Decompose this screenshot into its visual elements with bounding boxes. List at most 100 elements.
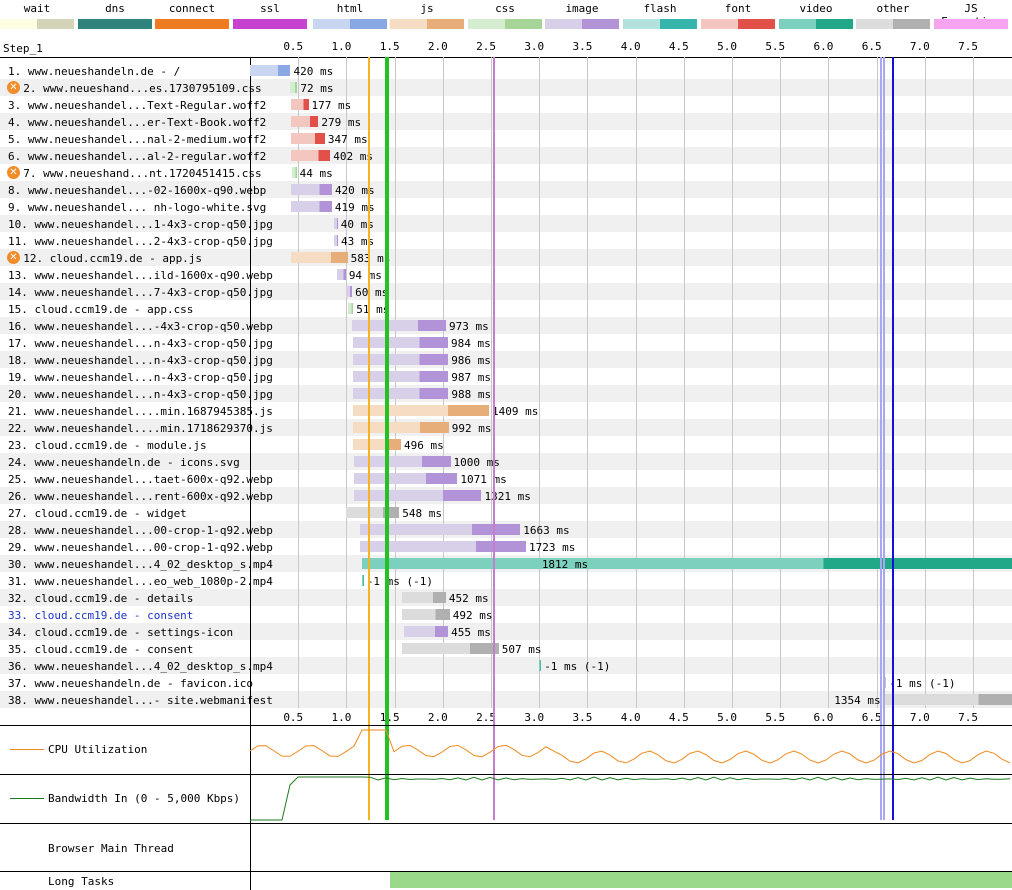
- legend-item-connect: connect: [155, 0, 229, 32]
- request-label[interactable]: 32. cloud.ccm19.de - details: [8, 592, 193, 605]
- request-label[interactable]: 10. www.neueshandel...1-4x3-crop-q50.jpg: [8, 218, 273, 231]
- legend-label: wait: [23, 2, 51, 15]
- request-label[interactable]: 5. www.neueshandel...nal-2-medium.woff2: [8, 133, 266, 146]
- request-label[interactable]: 11. www.neueshandel...2-4x3-crop-q50.jpg: [8, 235, 273, 248]
- request-bar: [539, 660, 542, 671]
- request-duration: 1321 ms: [484, 490, 531, 503]
- request-label[interactable]: 33. cloud.ccm19.de - consent: [8, 609, 193, 622]
- request-label[interactable]: 30. www.neueshandel...4_02_desktop_s.mp4: [8, 558, 273, 571]
- request-label[interactable]: 1. www.neueshandeln.de - /: [8, 65, 180, 78]
- grid-line: [973, 57, 974, 708]
- request-label[interactable]: 3. www.neueshandel...Text-Regular.woff2: [8, 99, 266, 112]
- timing-marker-line: [880, 57, 883, 820]
- tick-label-bottom: 7.0: [909, 711, 930, 724]
- request-bar: [402, 643, 499, 654]
- request-bar: [291, 201, 332, 212]
- request-duration: -1 ms (-1): [366, 575, 434, 588]
- request-label[interactable]: 29. www.neueshandel...00-crop-1-q92.webp: [8, 541, 273, 554]
- request-label[interactable]: 19. www.neueshandel...n-4x3-crop-q50.jpg: [8, 371, 273, 384]
- request-label[interactable]: 7. www.neueshand...nt.1720451415.css: [10, 167, 261, 180]
- legend-label: other: [876, 2, 910, 15]
- tick-label-top: 2.0: [427, 40, 448, 53]
- legend-swatch: [78, 19, 152, 29]
- request-label[interactable]: 34. cloud.ccm19.de - settings-icon: [8, 626, 233, 639]
- legend-item-js-execution: JS Execution: [934, 0, 1008, 32]
- request-label[interactable]: 21. www.neueshandel....min.1687945385.js: [8, 405, 273, 418]
- request-bar: [404, 626, 449, 637]
- request-duration: 1663 ms: [523, 524, 570, 537]
- request-label[interactable]: 26. www.neueshandel...rent-600x-q92.webp: [8, 490, 273, 503]
- request-bar: [346, 507, 400, 518]
- request-bar: [291, 116, 319, 127]
- legend-swatch: [233, 19, 307, 29]
- tick-label-top: 0.5: [283, 40, 304, 53]
- request-bar: [291, 252, 348, 263]
- request-duration: 1723 ms: [528, 541, 576, 554]
- tick-label-bottom: 7.5: [958, 711, 978, 724]
- request-duration: 44 ms: [299, 167, 333, 180]
- tick-label-bottom: 3.5: [572, 711, 593, 724]
- request-label[interactable]: 18. www.neueshandel...n-4x3-crop-q50.jpg: [8, 354, 273, 367]
- request-label[interactable]: 12. cloud.ccm19.de - app.js: [10, 252, 202, 265]
- request-label[interactable]: 24. www.neueshandeln.de - icons.svg: [8, 456, 240, 469]
- request-bar: [353, 405, 489, 416]
- grid-line: [732, 57, 733, 708]
- tick-label-top: 7.0: [909, 40, 930, 53]
- request-label[interactable]: 23. cloud.ccm19.de - module.js: [8, 439, 207, 452]
- request-label[interactable]: 31. www.neueshandel...eo_web_1080p-2.mp4: [8, 575, 273, 588]
- request-duration: 452 ms: [448, 592, 489, 605]
- request-label[interactable]: 2. www.neueshand...es.1730795109.css: [10, 82, 261, 95]
- request-bar: [292, 167, 297, 178]
- request-bar: [333, 235, 338, 246]
- request-label[interactable]: 36. www.neueshandel...4_02_desktop_s.mp4: [8, 660, 273, 673]
- request-duration: 420 ms: [293, 65, 334, 78]
- request-duration: -1 ms (-1): [889, 677, 956, 690]
- main-thread-label: Browser Main Thread: [48, 842, 174, 855]
- request-label[interactable]: 16. www.neueshandel...-4x3-crop-q50.webp: [8, 320, 273, 333]
- request-duration: 492 ms: [452, 609, 493, 622]
- legend-swatch: [623, 19, 697, 29]
- request-bar: [402, 592, 446, 603]
- legend-swatch: [390, 19, 464, 29]
- bandwidth-trace: [250, 776, 1011, 821]
- request-label[interactable]: 14. www.neueshandel...7-4x3-crop-q50.jpg: [8, 286, 273, 299]
- request-label[interactable]: 6. www.neueshandel...al-2-regular.woff2: [8, 150, 266, 163]
- request-duration: 94 ms: [348, 269, 382, 282]
- tick-label-bottom: 3.0: [524, 711, 545, 724]
- tick-label-bottom: 6.5: [861, 711, 882, 724]
- request-label[interactable]: 35. cloud.ccm19.de - consent: [8, 643, 193, 656]
- request-bar: [333, 218, 338, 229]
- request-label[interactable]: 37. www.neueshandeln.de - favicon.ico: [8, 677, 253, 690]
- request-duration: 1071 ms: [460, 473, 507, 486]
- legend-label: dns: [105, 2, 125, 15]
- request-label[interactable]: 17. www.neueshandel...n-4x3-crop-q50.jpg: [8, 337, 273, 350]
- grid-line: [394, 57, 396, 708]
- tick-label-top: 5.0: [717, 40, 737, 53]
- timing-marker-line: [367, 57, 370, 820]
- request-label[interactable]: 22. www.neueshandel....min.1718629370.js: [8, 422, 273, 435]
- legend-swatch: [313, 19, 387, 29]
- request-label[interactable]: 13. www.neueshandel...ild-1600x-q90.webp: [8, 269, 273, 282]
- request-label[interactable]: 38. www.neueshandel...- site.webmanifest: [8, 694, 273, 707]
- request-label[interactable]: 8. www.neueshandel...-02-1600x-q90.webp: [8, 184, 266, 197]
- request-label[interactable]: 27. cloud.ccm19.de - widget: [8, 507, 187, 520]
- legend-item-js: js: [390, 0, 464, 32]
- legend-label: flash: [643, 2, 677, 15]
- tick-label-bottom: 4.5: [668, 711, 689, 724]
- axis-separator-top: [0, 57, 1012, 58]
- tick-label-top: 3.5: [572, 40, 593, 53]
- tick-label-bottom: 1.5: [379, 711, 400, 724]
- timing-marker-line: [891, 57, 894, 820]
- request-label[interactable]: 15. cloud.ccm19.de - app.css: [8, 303, 193, 316]
- grid-line: [876, 57, 878, 708]
- step-label: Step_1: [3, 42, 43, 55]
- request-label[interactable]: 28. www.neueshandel...00-crop-1-q92.webp: [8, 524, 273, 537]
- legend-item-other: other: [856, 0, 930, 32]
- request-label[interactable]: 9. www.neueshandel... nh-logo-white.svg: [8, 201, 266, 214]
- request-label[interactable]: 25. www.neueshandel...taet-600x-q92.webp: [8, 473, 273, 486]
- tick-label-bottom: 1.0: [331, 711, 352, 724]
- request-label[interactable]: 4. www.neueshandel...er-Text-Book.woff2: [8, 116, 266, 129]
- request-label[interactable]: 20. www.neueshandel...n-4x3-crop-q50.jpg: [8, 388, 273, 401]
- tick-label-top: 4.0: [620, 40, 641, 53]
- legend-item-image: image: [545, 0, 619, 32]
